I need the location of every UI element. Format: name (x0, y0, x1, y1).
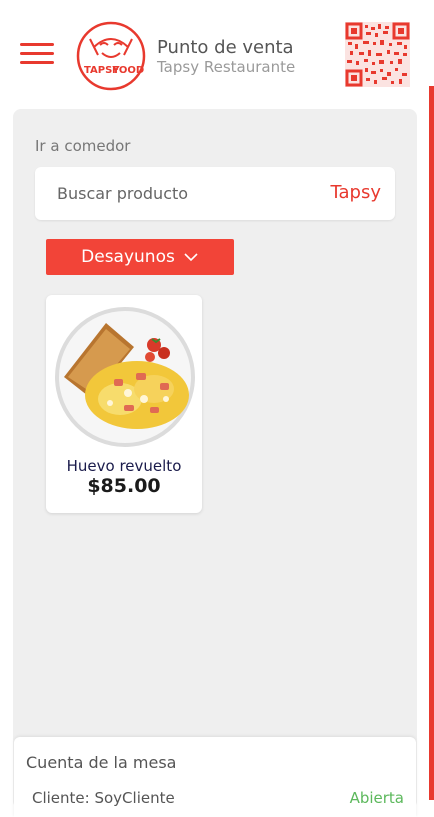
category-dropdown-button[interactable]: Desayunos (46, 239, 234, 275)
product-image (55, 307, 195, 447)
bill-status-badge: Abierta (349, 789, 404, 807)
search-box: Tapsy (35, 167, 395, 220)
menu-icon[interactable] (20, 43, 56, 67)
table-bill-panel: Cuenta de la mesa Cliente: SoyCliente Ab… (14, 737, 416, 817)
page-title: Punto de venta (157, 37, 294, 58)
qr-code-icon[interactable] (345, 22, 410, 87)
search-input[interactable] (49, 167, 309, 220)
scrollbar[interactable] (429, 86, 434, 800)
search-brand-label: Tapsy (330, 182, 381, 203)
go-to-dining-label[interactable]: Ir a comedor (35, 137, 130, 155)
logo-text-food: FOOD (112, 65, 144, 76)
bill-title: Cuenta de la mesa (26, 753, 177, 772)
tapsy-food-logo: TAPSY FOOD (76, 21, 146, 91)
product-name: Huevo revuelto (66, 457, 182, 475)
chevron-down-icon (184, 253, 198, 262)
restaurant-name: Tapsy Restaurante (157, 58, 296, 76)
header-titles: Punto de venta Tapsy Restaurante (157, 37, 296, 77)
product-price: $85.00 (87, 475, 161, 497)
category-label: Desayunos (81, 247, 175, 267)
pos-panel: Ir a comedor Tapsy Desayunos (13, 109, 417, 809)
bill-client: Cliente: SoyCliente (32, 789, 175, 807)
app-header: TAPSY FOOD Punto de venta Tapsy Restaura… (0, 0, 434, 106)
product-card[interactable]: Huevo revuelto $85.00 (46, 295, 202, 513)
